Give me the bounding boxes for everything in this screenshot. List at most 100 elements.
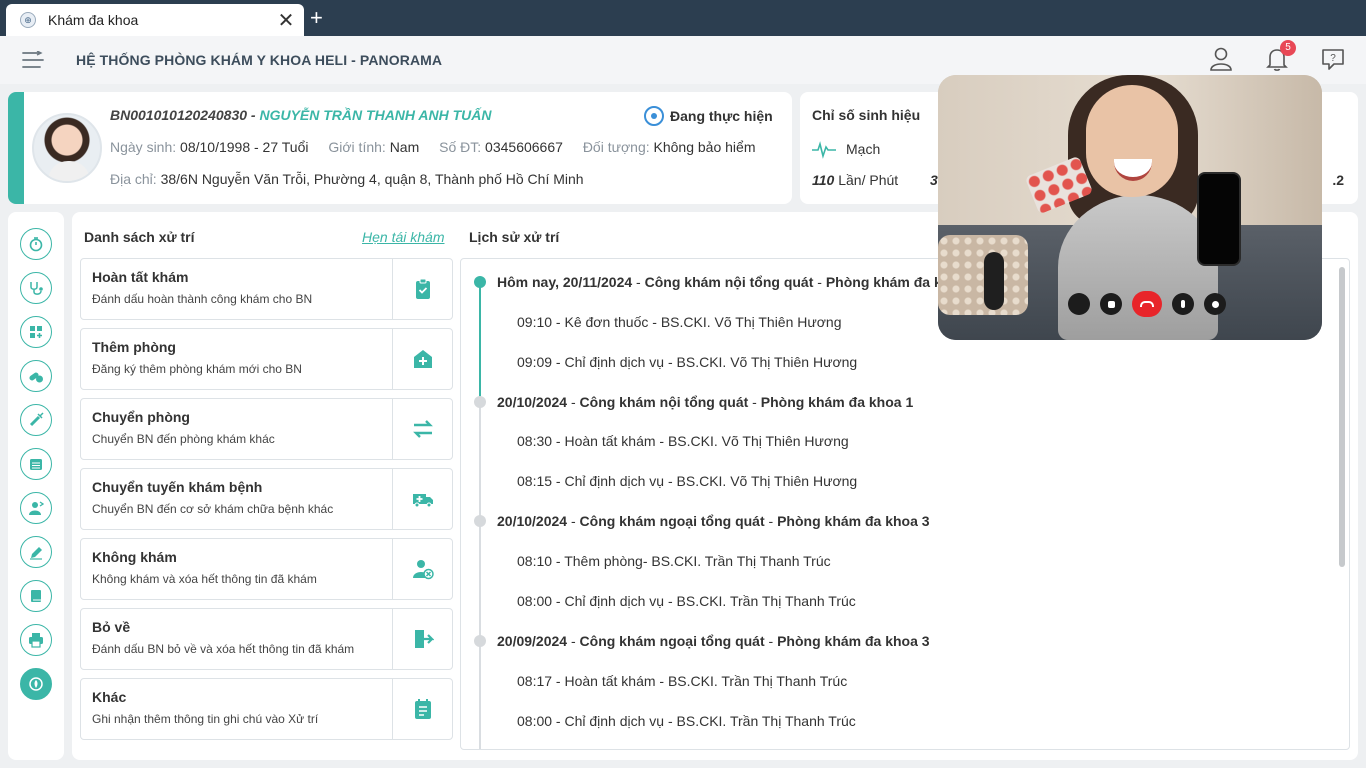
action-title: Không khám [92,549,177,565]
notification-bell-icon[interactable]: 5 [1264,40,1296,72]
reschedule-link[interactable]: Hẹn tái khám [362,229,444,245]
action-skip-exam[interactable]: Không khám Không khám và xóa hết thông t… [80,538,453,600]
timeline-dot [474,515,486,527]
globe-icon: ⊕ [20,12,36,28]
history-group-header: 20/10/2024 - Công khám ngoại tổng quát -… [497,513,930,529]
action-title: Bỏ về [92,619,131,635]
rail-book-icon[interactable] [20,580,52,612]
action-left[interactable]: Bỏ về Đánh dấu BN bỏ về và xóa hết thông… [80,608,453,670]
address-value: 38/6N Nguyễn Văn Trỗi, Phường 4, quận 8,… [160,171,584,187]
history-scrollbar[interactable] [1339,267,1345,567]
in-progress-icon [644,106,664,126]
gender-value: Nam [389,139,420,155]
patient-avatar [32,113,102,183]
app-title: HỆ THỐNG PHÒNG KHÁM Y KHOA HELI - PANORA… [76,52,443,68]
rail-calendar-icon[interactable] [20,448,52,480]
rail-pills-icon[interactable] [20,360,52,392]
history-entry: 08:30 - Hoàn tất khám - BS.CKI. Võ Thị T… [517,433,849,449]
pulse-value-line: 110 Lần/ Phút [812,172,898,188]
action-desc: Chuyển BN đến cơ sở khám chữa bệnh khác [92,502,334,516]
action-complete-exam[interactable]: Hoàn tất khám Đánh dấu hoàn thành công k… [80,258,453,320]
pulse-unit: Lần/ Phút [838,172,899,188]
history-entry: 08:00 - Chỉ định dịch vụ - BS.CKI. Trần … [517,593,856,609]
menu-toggle-icon[interactable] [22,51,44,69]
call-option-icon[interactable] [1068,293,1090,315]
volume-slider[interactable] [984,252,1004,310]
history-entry: 09:10 - Kê đơn thuốc - BS.CKI. Võ Thị Th… [517,314,842,330]
address-label: Địa chỉ: [110,171,157,187]
rail-printer-icon[interactable] [20,624,52,656]
action-desc: Đánh dấu hoàn thành công khám cho BN [92,292,313,306]
help-icon[interactable]: ? [1320,46,1346,72]
tab-title: Khám đa khoa [48,12,139,28]
rail-shield-hand-icon[interactable] [20,668,52,700]
action-change-room[interactable]: Chuyển phòng Chuyển BN đến phòng khám kh… [80,398,453,460]
history-entry: 08:17 - Hoàn tất khám - BS.CKI. Trần Thị… [517,673,848,689]
patient-id-separator: - [247,107,260,123]
history-entry: 08:00 - Chỉ định dịch vụ - BS.CKI. Trần … [517,713,856,729]
end-call-icon[interactable] [1132,291,1162,317]
history-entry: 08:15 - Chỉ định dịch vụ - BS.CKI. Võ Th… [517,473,858,489]
rail-stethoscope-icon[interactable] [20,272,52,304]
exam-status: Đang thực hiện [644,106,773,126]
history-entry: 09:09 - Chỉ định dịch vụ - BS.CKI. Võ Th… [517,354,858,370]
settings-gear-icon[interactable] [1204,293,1226,315]
browser-tabbar: ⊕ Khám đa khoa ✕ + [0,0,1366,36]
ambulance-icon [392,469,452,529]
action-title: Chuyển tuyến khám bệnh [92,479,263,495]
camera-icon[interactable] [1100,293,1122,315]
action-desc: Chuyển BN đến phòng khám khác [92,432,275,446]
action-desc: Đánh dấu BN bỏ về và xóa hết thông tin đ… [92,642,355,656]
tab-close-button[interactable]: ✕ [276,8,296,33]
subject-label: Đối tượng: [582,139,650,155]
user-profile-icon[interactable] [1208,46,1234,72]
timeline-line-active [479,281,481,403]
vital-value-partial: 3 [930,172,938,188]
phone-label: Số ĐT: [439,139,482,155]
phone-value: 0345606667 [485,139,563,155]
timeline-dot [474,276,486,288]
rail-syringe-icon[interactable] [20,404,52,436]
patient-name: NGUYỄN TRẦN THANH ANH TUẤN [259,107,492,123]
call-controls [1068,291,1226,317]
action-desc: Không khám và xóa hết thông tin đã khám [92,572,317,586]
timeline-dot [474,396,486,408]
rail-grid-plus-icon[interactable] [20,316,52,348]
action-title: Hoàn tất khám [92,269,189,285]
subject-value: Không bảo hiểm [653,139,756,155]
video-call-window[interactable] [938,75,1322,340]
gender-label: Giới tính: [328,139,386,155]
status-label: Đang thực hiện [670,108,773,124]
history-group-header: Hôm nay, 20/11/2024 - Công khám nội tổng… [497,274,979,290]
history-title: Lịch sử xử trí [469,229,560,245]
swap-arrows-icon [392,399,452,459]
patient-info-row: Ngày sinh: 08/10/1998 - 27 Tuổi Giới tín… [110,139,755,155]
action-desc: Ghi nhận thêm thông tin ghi chú vào Xử t… [92,712,319,726]
timeline-dot [474,635,486,647]
microphone-icon[interactable] [1172,293,1194,315]
action-add-room[interactable]: Thêm phòng Đăng ký thêm phòng khám mới c… [80,328,453,390]
user-remove-icon [392,539,452,599]
history-group-header: 20/09/2024 - Công khám ngoại tổng quát -… [497,633,930,649]
hospital-plus-icon [392,329,452,389]
side-icon-rail [8,212,64,760]
pulse-label: Mạch [846,141,881,157]
action-title: Thêm phòng [92,339,176,355]
patient-id-line: BN001010120240830 - NGUYỄN TRẦN THANH AN… [110,107,492,123]
action-transfer-facility[interactable]: Chuyển tuyến khám bệnh Chuyển BN đến cơ … [80,468,453,530]
rail-user-transfer-icon[interactable] [20,492,52,524]
actions-title: Danh sách xử trí [84,229,195,245]
new-tab-button[interactable]: + [310,5,323,31]
rail-timer-icon[interactable] [20,228,52,260]
svg-text:?: ? [1330,53,1336,64]
patient-id: BN001010120240830 [110,107,248,123]
browser-tab[interactable]: ⊕ Khám đa khoa ✕ [6,4,304,36]
exit-door-icon [392,609,452,669]
action-other[interactable]: Khác Ghi nhận thêm thông tin ghi chú vào… [80,678,453,740]
action-desc: Đăng ký thêm phòng khám mới cho BN [92,362,302,376]
vital-value-right: .2 [1332,172,1344,188]
action-title: Khác [92,689,127,705]
rail-edit-document-icon[interactable] [20,536,52,568]
pulse-item: Mạch [812,139,880,159]
clipboard-check-icon [392,259,452,319]
